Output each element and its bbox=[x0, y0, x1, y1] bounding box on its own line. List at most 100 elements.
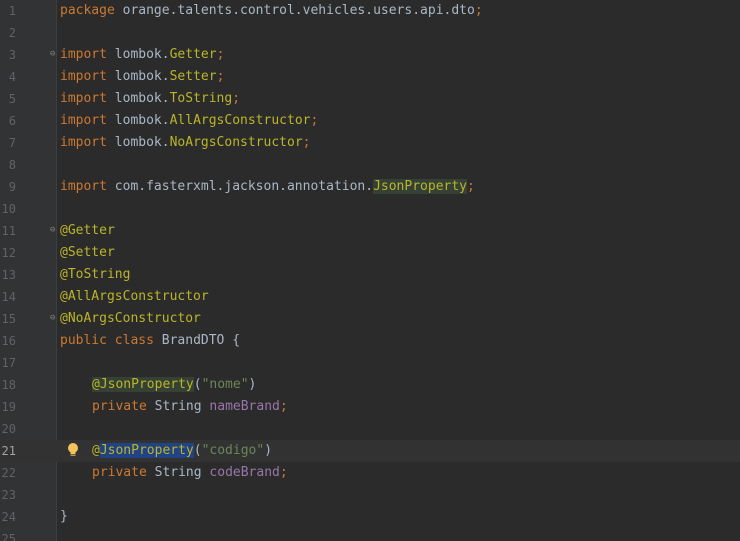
line-number: 19 bbox=[1, 400, 16, 414]
line-number: 5 bbox=[8, 92, 16, 106]
line-number: 15 bbox=[1, 312, 16, 326]
line-number: 14 bbox=[1, 290, 16, 304]
annotation: @NoArgsConstructor bbox=[60, 311, 201, 326]
code-text: @Setter bbox=[60, 242, 115, 264]
line-number: 17 bbox=[1, 356, 16, 370]
import-class: ToString bbox=[169, 91, 233, 106]
line-number: 11 bbox=[1, 224, 16, 238]
keyword: import bbox=[60, 179, 107, 194]
string-literal: "nome" bbox=[201, 377, 249, 392]
field-name: codeBrand bbox=[209, 465, 280, 480]
keyword: import bbox=[60, 113, 107, 128]
import-class: AllArgsConstructor bbox=[169, 113, 311, 128]
line-number: 1 bbox=[8, 4, 16, 18]
code-line[interactable]: 5 import lombok.ToString; bbox=[0, 88, 740, 110]
code-line[interactable]: 4 import lombok.Setter; bbox=[0, 66, 740, 88]
code-line[interactable]: 12 @Setter bbox=[0, 242, 740, 264]
line-number: 21 bbox=[1, 444, 16, 458]
code-line[interactable]: 9 import com.fasterxml.jackson.annotatio… bbox=[0, 176, 740, 198]
code-line[interactable]: 2 bbox=[0, 22, 740, 44]
line-number: 12 bbox=[1, 246, 16, 260]
annotation: @ToString bbox=[60, 267, 131, 282]
code-editor[interactable]: 1 package orange.talents.control.vehicle… bbox=[0, 0, 740, 541]
closing-brace: } bbox=[60, 509, 68, 524]
semicolon: ; bbox=[302, 135, 311, 150]
keyword: package bbox=[60, 3, 115, 18]
code-line[interactable]: 8 bbox=[0, 154, 740, 176]
annotation-at: @ bbox=[92, 443, 100, 458]
import-path: lombok. bbox=[106, 113, 170, 128]
line-number: 22 bbox=[1, 466, 16, 480]
fold-icon[interactable]: ⊖ bbox=[50, 49, 58, 59]
code-text: @NoArgsConstructor bbox=[60, 308, 201, 330]
code-text: package orange.talents.control.vehicles.… bbox=[60, 0, 483, 22]
keyword: import bbox=[60, 47, 107, 62]
line-number: 13 bbox=[1, 268, 16, 282]
line-number: 23 bbox=[1, 488, 16, 502]
paren: ( bbox=[193, 443, 202, 458]
line-number: 9 bbox=[8, 180, 16, 194]
line-number: 25 bbox=[1, 532, 16, 541]
line-number: 18 bbox=[1, 378, 16, 392]
code-line[interactable]: 11 ⊖ @Getter bbox=[0, 220, 740, 242]
fold-icon[interactable]: ⊖ bbox=[50, 313, 58, 323]
code-text: import lombok.AllArgsConstructor; bbox=[60, 110, 318, 132]
code-text: @Getter bbox=[60, 220, 115, 242]
keyword: import bbox=[60, 91, 107, 106]
semicolon: ; bbox=[467, 179, 475, 194]
code-line[interactable]: 16 public class BrandDTO { bbox=[0, 330, 740, 352]
import-path: lombok. bbox=[106, 69, 170, 84]
keyword: private bbox=[92, 465, 147, 480]
package-name: orange.talents.control.vehicles.users.ap… bbox=[114, 3, 475, 18]
code-line[interactable]: 10 bbox=[0, 198, 740, 220]
import-class: NoArgsConstructor bbox=[169, 135, 303, 150]
lightbulb-icon-svg bbox=[68, 443, 78, 456]
code-text: @ToString bbox=[60, 264, 130, 286]
import-class: Setter bbox=[169, 69, 217, 84]
annotation: @Getter bbox=[60, 223, 115, 238]
import-path: lombok. bbox=[106, 135, 170, 150]
semicolon: ; bbox=[474, 3, 483, 18]
code-line[interactable]: 15 ⊖ @NoArgsConstructor bbox=[0, 308, 740, 330]
semicolon: ; bbox=[279, 399, 288, 414]
annotation: @Setter bbox=[60, 245, 115, 260]
code-text: private String codeBrand; bbox=[92, 462, 288, 484]
code-text: } bbox=[60, 506, 68, 528]
code-line[interactable]: 7 import lombok.NoArgsConstructor; bbox=[0, 132, 740, 154]
semicolon: ; bbox=[216, 47, 225, 62]
fold-icon[interactable]: ⊖ bbox=[50, 225, 58, 235]
code-text: import lombok.NoArgsConstructor; bbox=[60, 132, 310, 154]
code-line[interactable]: 23 bbox=[0, 484, 740, 506]
semicolon: ; bbox=[232, 91, 241, 106]
code-line[interactable]: 17 bbox=[0, 352, 740, 374]
import-path: lombok. bbox=[106, 47, 170, 62]
code-line[interactable]: 3 ⊖ import lombok.Getter; bbox=[0, 44, 740, 66]
code-line[interactable]: 1 package orange.talents.control.vehicle… bbox=[0, 0, 740, 22]
code-line[interactable]: 24 } bbox=[0, 506, 740, 528]
selected-annotation[interactable]: JsonProperty bbox=[99, 443, 194, 458]
code-line[interactable]: 22 private String codeBrand; bbox=[0, 462, 740, 484]
code-text: import com.fasterxml.jackson.annotation.… bbox=[60, 176, 475, 198]
import-path: com.fasterxml.jackson.annotation. bbox=[106, 179, 374, 194]
code-line[interactable]: 18 @JsonProperty("nome") bbox=[0, 374, 740, 396]
import-path: lombok. bbox=[106, 91, 170, 106]
import-class: JsonProperty bbox=[373, 179, 467, 194]
paren: ) bbox=[248, 377, 257, 392]
code-line[interactable]: 13 @ToString bbox=[0, 264, 740, 286]
keyword: private bbox=[92, 399, 147, 414]
code-line[interactable]: 19 private String nameBrand; bbox=[0, 396, 740, 418]
line-number: 8 bbox=[8, 158, 16, 172]
code-line[interactable]: 20 bbox=[0, 418, 740, 440]
code-line[interactable]: 25 bbox=[0, 528, 740, 541]
code-line[interactable]: 6 import lombok.AllArgsConstructor; bbox=[0, 110, 740, 132]
code-text: private String nameBrand; bbox=[92, 396, 288, 418]
annotation: @AllArgsConstructor bbox=[60, 289, 209, 304]
line-number: 6 bbox=[8, 114, 16, 128]
field-name: nameBrand bbox=[209, 399, 280, 414]
lightbulb-icon[interactable] bbox=[66, 442, 80, 458]
code-line-current[interactable]: 21 @JsonProperty("codigo") bbox=[0, 440, 740, 462]
keyword: class bbox=[106, 333, 154, 348]
import-class: Getter bbox=[169, 47, 217, 62]
line-number: 4 bbox=[8, 70, 16, 84]
code-line[interactable]: 14 @AllArgsConstructor bbox=[0, 286, 740, 308]
